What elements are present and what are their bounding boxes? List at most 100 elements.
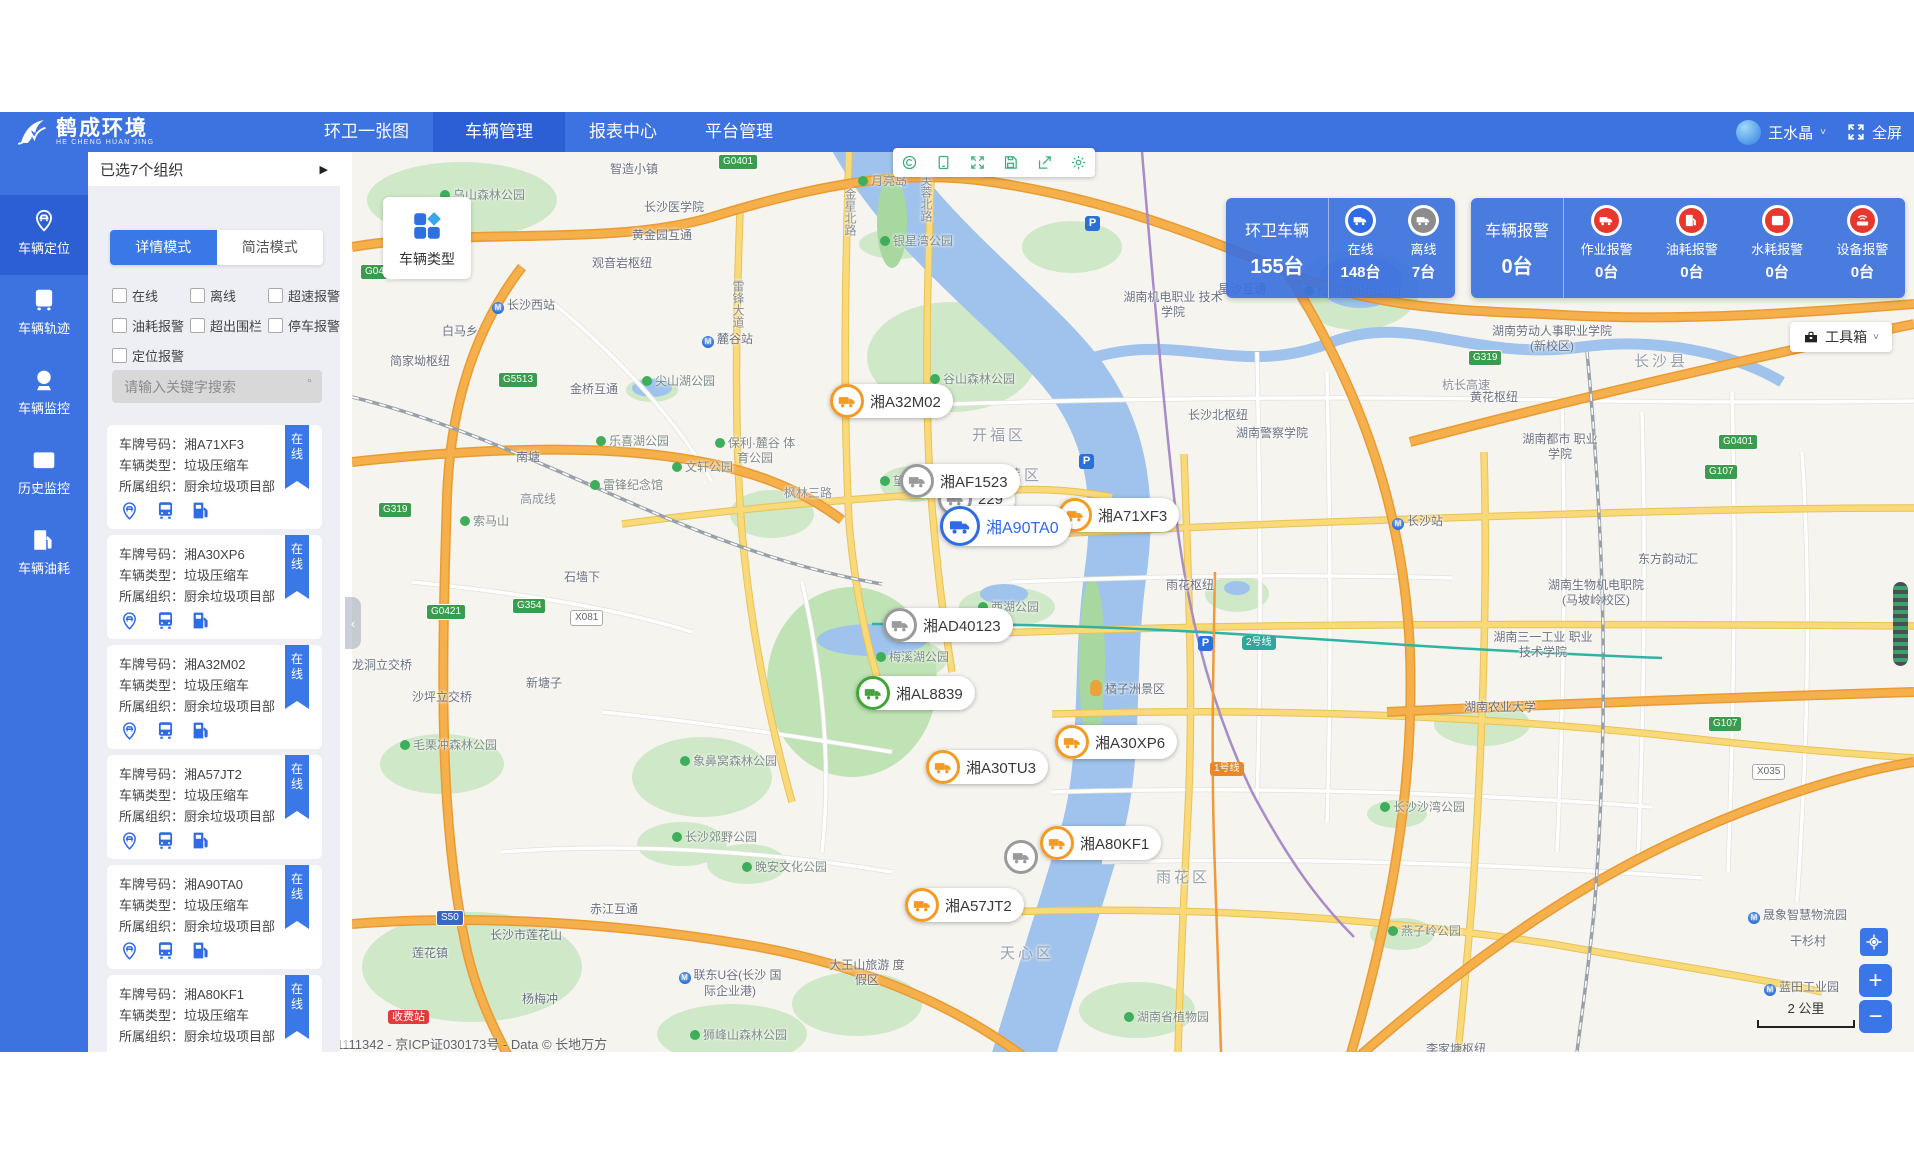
track-vehicle-icon[interactable]	[155, 610, 176, 631]
search-input[interactable]	[122, 378, 307, 396]
checkbox-icon[interactable]	[190, 318, 205, 333]
vehicle-card-湘A57JT2[interactable]: 车牌号码：湘A57JT2车辆类型：垃圾压缩车所属组织：厨余垃圾项目部在线	[107, 755, 322, 859]
map-canvas[interactable]: 智造小镇乌山森林公园长沙医学院月亮岛黄金园互通银星湾公园观音岩枢纽星沙互通松雅湖…	[352, 152, 1914, 1052]
nav-item-报表中心[interactable]: 报表中心	[565, 112, 681, 152]
expand-icon[interactable]	[969, 154, 986, 171]
save-icon[interactable]	[1002, 154, 1019, 171]
nav-item-车辆管理[interactable]: 车辆管理	[433, 112, 565, 152]
filter-离线[interactable]: 离线	[190, 286, 268, 305]
filter-定位报警[interactable]: 定位报警	[112, 346, 190, 365]
filter-label: 定位报警	[132, 346, 184, 365]
locate-vehicle-icon[interactable]	[119, 1050, 140, 1052]
locate-vehicle-icon[interactable]	[119, 500, 140, 521]
sidebar-item-车辆油耗[interactable]: 车辆油耗	[0, 515, 88, 595]
tab-详情模式[interactable]: 详情模式	[110, 230, 217, 265]
filter-油耗报警[interactable]: 油耗报警	[112, 316, 190, 335]
map-label-雨花区: 雨花区	[1156, 866, 1210, 887]
gear-icon[interactable]	[1070, 154, 1087, 171]
device-view-icon[interactable]	[935, 154, 952, 171]
vehicle-marker-湘A90TA0[interactable]: 湘A90TA0	[940, 506, 1071, 546]
track-vehicle-icon[interactable]	[155, 720, 176, 741]
vehicle-marker-湘AF1523[interactable]: 湘AF1523	[900, 464, 1020, 498]
vehicle-marker-unlabeled[interactable]	[1004, 840, 1038, 874]
map-label-蓝田工业园: 蓝田工业园	[1764, 978, 1839, 996]
stat-label: 水耗报警	[1751, 239, 1803, 258]
filter-超速报警[interactable]: 超速报警	[268, 286, 340, 305]
zoom-out-button[interactable]: −	[1859, 1000, 1892, 1033]
vehicle-marker-湘A71XF3[interactable]: 湘A71XF3	[1058, 498, 1179, 532]
sidebar-item-车辆轨迹[interactable]: 车辆轨迹	[0, 275, 88, 355]
search-icon[interactable]	[307, 378, 312, 395]
fullscreen-label[interactable]: 全屏	[1872, 122, 1902, 143]
truck-icon	[926, 750, 960, 784]
vehicle-marker-湘A30XP6[interactable]: 湘A30XP6	[1055, 725, 1177, 759]
fuel-vehicle-icon[interactable]	[191, 1050, 212, 1052]
vehicle-marker-湘A80KF1[interactable]: 湘A80KF1	[1040, 826, 1161, 860]
filter-停车报警[interactable]: 停车报警	[268, 316, 340, 335]
fullscreen-icon[interactable]	[1847, 123, 1865, 141]
vehicle-marker-湘A30TU3[interactable]: 湘A30TU3	[926, 750, 1048, 784]
locate-vehicle-icon[interactable]	[119, 830, 140, 851]
vehicle-card-湘A32M02[interactable]: 车牌号码：湘A32M02车辆类型：垃圾压缩车所属组织：厨余垃圾项目部在线	[107, 645, 322, 749]
locate-vehicle-icon[interactable]	[119, 720, 140, 741]
vehicle-card-湘A30XP6[interactable]: 车牌号码：湘A30XP6车辆类型：垃圾压缩车所属组织：厨余垃圾项目部在线	[107, 535, 322, 639]
arrow-right-icon[interactable]: ▶	[320, 163, 328, 176]
checkbox-icon[interactable]	[190, 288, 205, 303]
locate-icon	[1865, 933, 1883, 951]
checkbox-icon[interactable]	[112, 348, 127, 363]
checkbox-icon[interactable]	[112, 318, 127, 333]
chevron-down-icon[interactable]: ˅	[1820, 127, 1826, 138]
vehicle-type-card[interactable]: 车辆类型	[383, 197, 471, 279]
checkbox-icon[interactable]	[268, 288, 283, 303]
sidebar-item-车辆监控[interactable]: 车辆监控	[0, 355, 88, 435]
track-vehicle-icon[interactable]	[155, 500, 176, 521]
zoom-in-button[interactable]: +	[1859, 964, 1892, 997]
sidebar-item-车辆定位[interactable]: 车辆定位	[0, 195, 88, 275]
search-box[interactable]	[112, 370, 322, 403]
filter-label: 超出围栏	[210, 316, 262, 335]
map-label-新塘子: 新塘子	[526, 674, 562, 691]
map-label-尖山湖公园: 尖山湖公园	[642, 372, 715, 389]
fuel-vehicle-icon[interactable]	[191, 500, 212, 521]
track-vehicle-icon[interactable]	[155, 1050, 176, 1052]
export-icon[interactable]	[1036, 154, 1053, 171]
sidebar-item-历史监控[interactable]: 历史监控	[0, 435, 88, 515]
tab-简洁模式[interactable]: 简洁模式	[217, 230, 324, 265]
user-name[interactable]: 王水晶	[1768, 122, 1813, 143]
fuel-vehicle-icon[interactable]	[191, 720, 212, 741]
fuel-vehicle-icon[interactable]	[191, 940, 212, 961]
track-vehicle-icon[interactable]	[155, 940, 176, 961]
filter-label: 在线	[132, 286, 158, 305]
filter-在线[interactable]: 在线	[112, 286, 190, 305]
vehicle-marker-湘AL8839[interactable]: 湘AL8839	[856, 676, 975, 710]
nav-item-平台管理[interactable]: 平台管理	[681, 112, 797, 152]
vehicle-panel: 已选7个组织 ▶ 详情模式简洁模式 在线 离线超速报警油耗报警 超出围栏停车报警定位…	[88, 152, 340, 1052]
locate-button[interactable]	[1860, 928, 1888, 956]
panel-scrollbar[interactable]	[342, 425, 350, 1048]
checkbox-icon[interactable]	[268, 318, 283, 333]
avatar[interactable]	[1736, 120, 1761, 145]
filter-超出围栏[interactable]: 超出围栏	[190, 316, 268, 335]
checkbox-icon[interactable]	[112, 288, 127, 303]
cam-icon	[31, 367, 57, 393]
fuel-vehicle-icon[interactable]	[191, 610, 212, 631]
fuel-vehicle-icon[interactable]	[191, 830, 212, 851]
org-summary: 已选7个组织	[100, 159, 183, 180]
toolbox-button[interactable]: 工具箱 ˅	[1790, 322, 1892, 352]
vehicle-card-湘A71XF3[interactable]: 车牌号码：湘A71XF3车辆类型：垃圾压缩车所属组织：厨余垃圾项目部在线	[107, 425, 322, 529]
locate-vehicle-icon[interactable]	[119, 940, 140, 961]
vehicle-card-湘A90TA0[interactable]: 车牌号码：湘A90TA0车辆类型：垃圾压缩车所属组织：厨余垃圾项目部在线	[107, 865, 322, 969]
vehicle-card-湘A80KF1[interactable]: 车牌号码：湘A80KF1车辆类型：垃圾压缩车所属组织：厨余垃圾项目部在线	[107, 975, 322, 1052]
nav-item-环卫一张图[interactable]: 环卫一张图	[300, 112, 433, 152]
zoom-search-icon[interactable]	[901, 154, 918, 171]
vehicle-marker-湘A32M02[interactable]: 湘A32M02	[830, 384, 953, 418]
locate-vehicle-icon[interactable]	[119, 610, 140, 631]
map-label-毛栗冲森林公园: 毛栗冲森林公园	[400, 736, 497, 753]
vehicle-marker-湘AD40123[interactable]: 湘AD40123	[883, 608, 1013, 642]
panel-collapse-handle[interactable]: ‹	[345, 597, 361, 649]
vehicle-marker-湘A57JT2[interactable]: 湘A57JT2	[905, 888, 1024, 922]
org-selector[interactable]: 已选7个组织 ▶	[88, 152, 340, 186]
map-label-长沙市莲花山: 长沙市莲花山	[490, 926, 562, 943]
track-vehicle-icon[interactable]	[155, 830, 176, 851]
road-badge-X081: X081	[570, 610, 603, 626]
